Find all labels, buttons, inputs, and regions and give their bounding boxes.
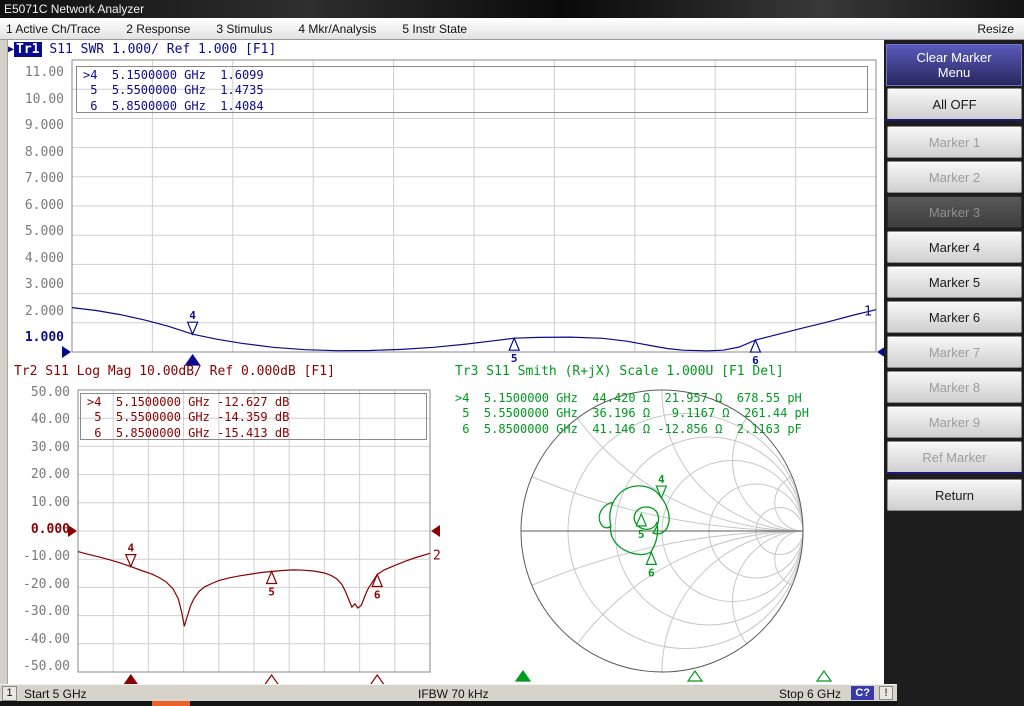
y-axis-label: -50.00 — [0, 659, 70, 674]
e5071c-window: E5071C Network Analyzer 1 Active Ch/Trac… — [0, 0, 1024, 706]
resize-button[interactable]: Resize — [977, 22, 1024, 36]
marker-row: >4 5.1500000 GHz 1.6099 — [83, 68, 867, 83]
tr1-header[interactable]: ▶Tr1 S11 SWR 1.000/ Ref 1.000 [F1] — [8, 42, 276, 57]
marker-row: >4 5.1500000 GHz -12.627 dB — [87, 395, 426, 410]
marker-row: 6 5.8500000 GHz 41.146 Ω -12.856 Ω 2.116… — [455, 422, 809, 437]
y-axis-label: -40.00 — [0, 632, 70, 647]
marker-row: 5 5.5500000 GHz 36.196 Ω 9.1167 Ω 261.44… — [455, 406, 809, 421]
window-title: E5071C Network Analyzer — [0, 2, 144, 16]
y-axis-label: 5.000 — [0, 224, 64, 239]
y-axis-label: -10.00 — [0, 549, 70, 564]
y-axis-label: 2.000 — [0, 304, 64, 319]
sidebar-button-return[interactable]: Return — [887, 479, 1022, 511]
y-axis-label: 50.00 — [0, 385, 70, 400]
softkey-menu-title-line2: Menu — [938, 65, 971, 80]
sidebar-button-marker-4[interactable]: Marker 4 — [887, 231, 1022, 263]
y-axis-label: 1.000 — [0, 330, 64, 345]
softkey-menu-title-line1: Clear Marker — [916, 50, 991, 65]
marker-row: 5 5.5500000 GHz -14.359 dB — [87, 410, 426, 425]
sidebar-button-marker-2[interactable]: Marker 2 — [887, 161, 1022, 193]
y-axis-label: 9.000 — [0, 118, 64, 133]
marker-row: 5 5.5500000 GHz 1.4735 — [83, 83, 867, 98]
tr3-name: Tr3 — [455, 364, 478, 379]
y-axis-label: 8.000 — [0, 145, 64, 160]
y-axis-label: 10.00 — [0, 92, 64, 107]
tr1-marker-table: >4 5.1500000 GHz 1.6099 5 5.5500000 GHz … — [76, 66, 868, 113]
softkey-sidebar: Clear Marker Menu All OFFMarker 1Marker … — [884, 40, 1024, 706]
y-axis-label: 6.000 — [0, 198, 64, 213]
stop-frequency-label: Stop 6 GHz — [779, 687, 841, 701]
bottom-strip — [0, 701, 897, 706]
menu-item-3[interactable]: 3 Stimulus — [216, 22, 272, 36]
sidebar-button-ref-marker[interactable]: Ref Marker — [887, 441, 1022, 473]
sidebar-button-marker-6[interactable]: Marker 6 — [887, 301, 1022, 333]
status-bar: 1 Start 5 GHz IFBW 70 kHz Stop 6 GHz C? … — [0, 684, 897, 702]
sidebar-button-marker-3[interactable]: Marker 3 — [887, 196, 1022, 228]
menu-items: 1 Active Ch/Trace 2 Response 3 Stimulus 4 M… — [0, 22, 493, 36]
channel-indicator: 1 — [2, 686, 17, 701]
menu-bar: 1 Active Ch/Trace 2 Response 3 Stimulus 4 M… — [0, 18, 1024, 40]
sidebar-separator — [886, 472, 1022, 474]
marker-row: 6 5.8500000 GHz -15.413 dB — [87, 426, 426, 441]
softkey-menu-title: Clear Marker Menu — [886, 44, 1022, 86]
sidebar-button-marker-7[interactable]: Marker 7 — [887, 336, 1022, 368]
title-bar[interactable]: E5071C Network Analyzer — [0, 0, 1024, 18]
sidebar-button-marker-9[interactable]: Marker 9 — [887, 406, 1022, 438]
y-axis-label: 4.000 — [0, 251, 64, 266]
sidebar-button-all-off[interactable]: All OFF — [887, 88, 1022, 120]
tr3-header-text: S11 Smith (R+jX) Scale 1.000U [F1 Del] — [478, 364, 783, 379]
y-axis-label: 20.00 — [0, 467, 70, 482]
y-axis-label: 0.000 — [0, 522, 70, 537]
tr2-marker-table: >4 5.1500000 GHz -12.627 dB 5 5.5500000 … — [80, 393, 427, 440]
tr2-name: Tr2 — [14, 364, 37, 379]
marker-row: >4 5.1500000 GHz 44.420 Ω 21.957 Ω 678.5… — [455, 391, 809, 406]
y-axis-label: 11.00 — [0, 65, 64, 80]
tr3-header[interactable]: Tr3 S11 Smith (R+jX) Scale 1.000U [F1 De… — [455, 364, 784, 379]
sidebar-button-marker-5[interactable]: Marker 5 — [887, 266, 1022, 298]
sidebar-separator — [886, 119, 1022, 121]
warning-badge[interactable]: ! — [879, 686, 893, 700]
tr1-header-text: S11 SWR 1.000/ Ref 1.000 [F1] — [42, 42, 277, 57]
y-axis-label: 10.00 — [0, 495, 70, 510]
sidebar-button-marker-8[interactable]: Marker 8 — [887, 371, 1022, 403]
ifbw-label: IFBW 70 kHz — [418, 687, 489, 701]
y-axis-label: 7.000 — [0, 171, 64, 186]
chart-area-background — [0, 40, 884, 684]
correction-badge: C? — [851, 686, 874, 700]
y-axis-label: -20.00 — [0, 577, 70, 592]
menu-item-4[interactable]: 4 Mkr/Analysis — [298, 22, 376, 36]
menu-item-1[interactable]: 1 Active Ch/Trace — [6, 22, 100, 36]
menu-item-5[interactable]: 5 Instr State — [402, 22, 467, 36]
y-axis-label: 3.000 — [0, 277, 64, 292]
start-frequency-label: Start 5 GHz — [24, 687, 87, 701]
tr2-header[interactable]: Tr2 S11 Log Mag 10.00dB/ Ref 0.000dB [F1… — [14, 364, 335, 379]
left-edge-strip — [0, 40, 8, 684]
tr3-marker-table: >4 5.1500000 GHz 44.420 Ω 21.957 Ω 678.5… — [455, 391, 809, 437]
marker-row: 6 5.8500000 GHz 1.4084 — [83, 99, 867, 114]
taskbar-notch — [152, 701, 190, 706]
tr2-header-text: S11 Log Mag 10.00dB/ Ref 0.000dB [F1] — [37, 364, 334, 379]
tr1-badge: Tr1 — [14, 42, 41, 57]
y-axis-label: -30.00 — [0, 604, 70, 619]
y-axis-label: 30.00 — [0, 440, 70, 455]
sidebar-button-marker-1[interactable]: Marker 1 — [887, 126, 1022, 158]
y-axis-label: 40.00 — [0, 412, 70, 427]
menu-item-2[interactable]: 2 Response — [126, 22, 190, 36]
